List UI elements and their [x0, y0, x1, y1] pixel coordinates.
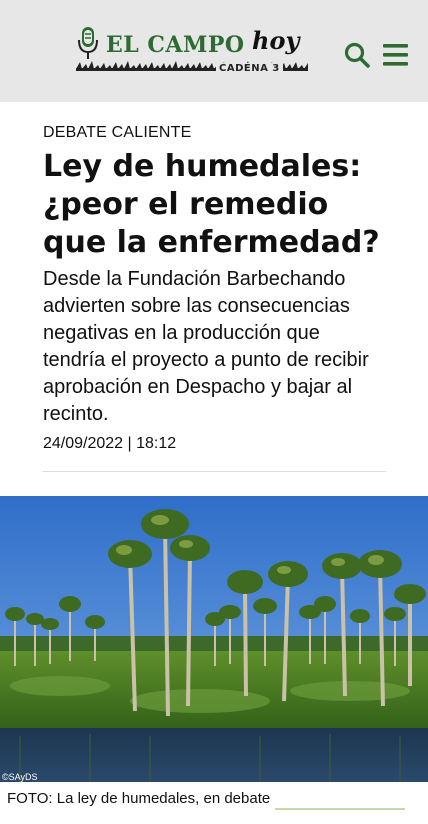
- microphone-icon: [78, 27, 98, 59]
- search-button[interactable]: [344, 42, 370, 68]
- photo-caption: FOTO: La ley de humedales, en debate: [7, 790, 271, 807]
- logo-accent-text: hoy: [252, 26, 300, 55]
- menu-button[interactable]: [383, 43, 408, 67]
- search-icon: [344, 42, 370, 68]
- article-summary: Desde la Fundación Barbechando advierten…: [43, 268, 369, 425]
- site-logo[interactable]: EL CAMPO hoy CADENA 3: [76, 26, 308, 74]
- wetland-palms-image: [0, 496, 428, 782]
- site-header: EL CAMPO hoy CADENA 3: [0, 0, 428, 102]
- divider: [43, 471, 386, 472]
- article-kicker: DEBATE CALIENTE: [43, 124, 192, 141]
- photo-credit: ©SAyDS: [2, 772, 38, 782]
- article-photo[interactable]: [0, 496, 428, 782]
- hamburger-menu-icon: [383, 44, 408, 66]
- article-date: 24/09/2022 | 18:12: [43, 435, 177, 452]
- article-title: Ley de humedales: ¿peor el remedio que l…: [43, 149, 380, 260]
- caption-underline: [275, 808, 405, 810]
- article: DEBATE CALIENTE Ley de humedales: ¿peor …: [0, 124, 428, 453]
- logo-brand-text: EL CAMPO: [106, 32, 245, 58]
- logo-subtitle: CADENA 3: [216, 63, 283, 74]
